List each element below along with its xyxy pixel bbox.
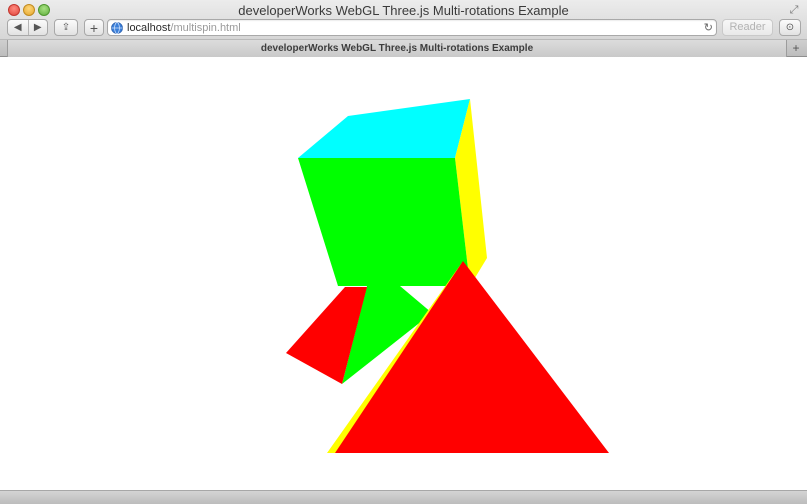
new-tab-button[interactable]: +: [789, 40, 803, 57]
webgl-canvas[interactable]: [0, 58, 807, 490]
status-bar: [0, 490, 807, 504]
url-text: localhost/multispin.html: [127, 21, 241, 35]
url-path: /multispin.html: [170, 22, 241, 34]
cube-top-face: [298, 99, 470, 158]
forward-arrow-icon: ▶: [33, 22, 42, 33]
plus-icon: +: [792, 41, 800, 55]
downloads-button[interactable]: ⊙: [779, 19, 801, 36]
globe-icon: [111, 22, 123, 34]
share-button[interactable]: ⇪: [54, 19, 78, 36]
url-host: localhost: [127, 22, 171, 34]
forward-button[interactable]: ▶: [27, 20, 48, 35]
fullscreen-icon[interactable]: ⤢: [788, 4, 800, 16]
back-forward-group: ◀ ▶: [7, 19, 48, 36]
reader-button[interactable]: Reader: [722, 19, 773, 36]
plus-icon: +: [89, 19, 99, 36]
tab-active[interactable]: developerWorks WebGL Three.js Multi-rota…: [7, 40, 787, 57]
address-bar[interactable]: localhost/multispin.html ↻: [107, 19, 717, 36]
reload-icon[interactable]: ↻: [704, 21, 713, 35]
tab-bar: developerWorks WebGL Three.js Multi-rota…: [0, 40, 807, 57]
share-icon: ⇪: [61, 22, 71, 33]
webgl-viewport[interactable]: [0, 58, 807, 490]
back-button[interactable]: ◀: [8, 20, 28, 35]
window-title: developerWorks WebGL Three.js Multi-rota…: [238, 3, 569, 18]
back-arrow-icon: ◀: [13, 22, 22, 33]
downloads-icon: ⊙: [785, 22, 795, 33]
cube-front-face: [298, 158, 470, 286]
browser-window: developerWorks WebGL Three.js Multi-rota…: [0, 0, 807, 504]
add-bookmark-button[interactable]: +: [84, 19, 104, 36]
title-toolbar: developerWorks WebGL Three.js Multi-rota…: [0, 0, 807, 40]
